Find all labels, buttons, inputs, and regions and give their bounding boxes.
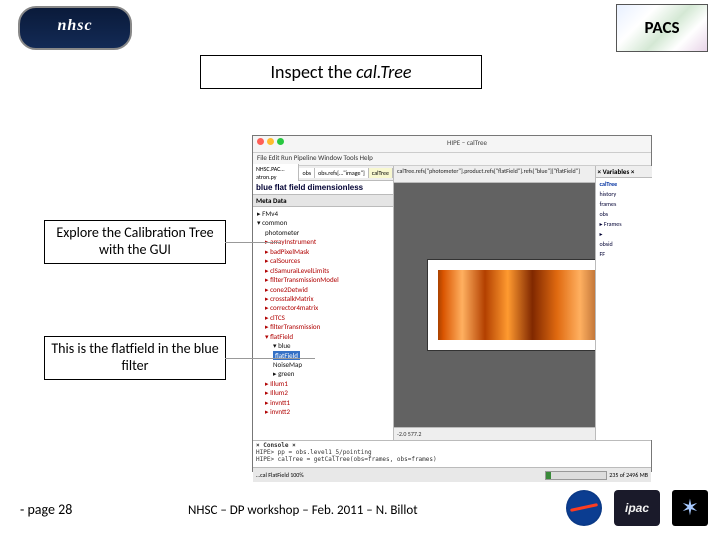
status-left: -2.0 577.2: [397, 430, 421, 438]
tree-item[interactable]: photometer: [265, 228, 391, 237]
tab[interactable]: calTree: [369, 168, 393, 178]
footer-logos: ipac: [566, 490, 708, 526]
meta-header: Meta Data: [253, 194, 393, 207]
tree-item[interactable]: ▸ invntt2: [265, 407, 391, 416]
explorer-logo: [672, 490, 708, 526]
image-viewer: calTree.refs["photometer"].product.refs[…: [394, 166, 651, 440]
console[interactable]: × Console × HIPE> pp = obs.level1_5/poin…: [253, 440, 651, 467]
variable-item[interactable]: history: [598, 189, 650, 199]
console-title: × Console ×: [256, 442, 296, 449]
tree-item[interactable]: ▸ green: [273, 369, 391, 378]
nhsc-logo: nhsc: [18, 6, 132, 50]
tree-item[interactable]: ▸ invntt1: [265, 398, 391, 407]
variable-item[interactable]: calTree: [598, 179, 650, 189]
variable-item[interactable]: ▸: [598, 229, 650, 239]
callout-explore: Explore the Calibration Tree with the GU…: [44, 220, 226, 264]
page-number: - page 28: [20, 501, 72, 518]
variables-panel: × Variables × calTreehistoryframesobs▸ F…: [595, 166, 652, 440]
editor-tabs[interactable]: NHSC.PAC…atron.pyobsobs.refs[…"image"]ca…: [253, 166, 393, 181]
tree-item[interactable]: ▾ flatField: [265, 332, 391, 341]
tree-item[interactable]: ▸ crosstalkMatrix: [265, 294, 391, 303]
tab[interactable]: obs.refs[…"image"]: [315, 168, 369, 178]
ipac-logo: ipac: [614, 490, 660, 526]
tree-item[interactable]: ▸ cone2Detwid: [265, 285, 391, 294]
product-label: blue flat field dimensionless: [253, 181, 393, 194]
variable-item[interactable]: FF: [598, 249, 650, 259]
pacs-label: PACS: [617, 17, 707, 38]
tree-item[interactable]: ▸ calSources: [265, 256, 391, 265]
title-prefix: Inspect the: [270, 61, 356, 83]
memory-text: 235 of 2496 MB: [609, 471, 648, 479]
flatfield-image[interactable]: [427, 259, 619, 351]
console-line: HIPE> pp = obs.level1_5/pointing: [256, 449, 648, 456]
nasa-logo: [566, 490, 602, 526]
variables-title: × Variables ×: [596, 166, 652, 178]
variable-item[interactable]: obsid: [598, 239, 650, 249]
tree-item[interactable]: ▸ clTCS: [265, 313, 391, 322]
tree-item[interactable]: ▸ badPixelMask: [265, 247, 391, 256]
window-traffic-lights: HIPE – calTree: [253, 136, 651, 153]
tree-item[interactable]: NoiseMap: [273, 360, 391, 369]
tree-item[interactable]: ▸ Illum1: [265, 379, 391, 388]
tree-item[interactable]: ▸ clSamuraiLevelLimits: [265, 266, 391, 275]
slide-title: Inspect the cal.Tree: [200, 55, 482, 89]
tree-item[interactable]: ▸ filterTransmissionModel: [265, 275, 391, 284]
memory-bar: [545, 471, 607, 480]
bottom-statusbar: …cal FlatField 100% 235 of 2496 MB: [253, 467, 651, 482]
tree-item[interactable]: ▸ filterTransmission: [265, 322, 391, 331]
tree-item[interactable]: ▸ FMv4: [257, 209, 391, 218]
title-emph: cal.Tree: [356, 61, 411, 83]
variable-item[interactable]: frames: [598, 199, 650, 209]
tree-item[interactable]: ▾ blue: [273, 341, 391, 350]
status-text: …cal FlatField 100%: [256, 471, 304, 479]
tab[interactable]: NHSC.PAC…atron.py: [253, 164, 299, 182]
menubar[interactable]: File Edit Run Pipeline Window Tools Help: [253, 153, 651, 166]
console-line: HIPE> calTree = getCalTree(obs=frames, o…: [256, 456, 648, 463]
tree-item[interactable]: ▾ common: [257, 218, 391, 227]
left-panel: NHSC.PAC…atron.pyobsobs.refs[…"image"]ca…: [253, 166, 394, 440]
tree-item[interactable]: ▸ arrayInstrument: [265, 237, 391, 246]
callout-flatfield: This is the flatfield in the blue filter: [44, 336, 226, 380]
tab[interactable]: obs: [299, 168, 315, 178]
variable-item[interactable]: ▸ Frames: [598, 219, 650, 229]
tree-item[interactable]: ▸ Illum2: [265, 388, 391, 397]
tree-item[interactable]: ▸ corrector4matrix: [265, 303, 391, 312]
window-title: HIPE – calTree: [287, 138, 647, 150]
pacs-badge: PACS: [616, 4, 708, 52]
variable-item[interactable]: obs: [598, 209, 650, 219]
footer-text: NHSC – DP workshop – Feb. 2011 – N. Bill…: [188, 503, 418, 518]
hipe-window: HIPE – calTree File Edit Run Pipeline Wi…: [252, 135, 652, 472]
